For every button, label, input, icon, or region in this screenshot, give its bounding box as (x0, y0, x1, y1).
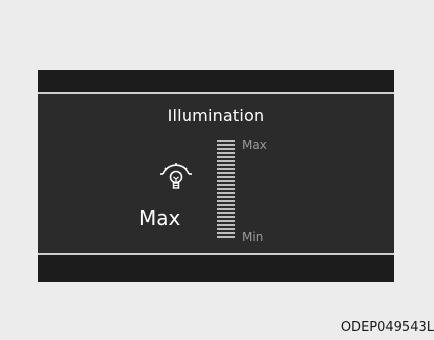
top-bar (38, 70, 394, 92)
illumination-title: Illumination (167, 106, 265, 125)
scale-segment (217, 236, 235, 238)
current-level-value: Max (139, 206, 181, 230)
scale-segment (217, 160, 235, 162)
scale-segment (217, 228, 235, 230)
figure-code: ODEP049543L (340, 320, 434, 335)
scale-min-label: Min (242, 230, 264, 244)
scale-segment (217, 200, 235, 202)
scale-segment (217, 224, 235, 226)
bottom-bar (38, 255, 394, 282)
illumination-level-scale (217, 140, 235, 240)
scale-segment (217, 216, 235, 218)
scale-segment (217, 220, 235, 222)
scale-segment (217, 172, 235, 174)
scale-segment (217, 192, 235, 194)
scale-segment (217, 204, 235, 206)
scale-segment (217, 184, 235, 186)
scale-segment (217, 156, 235, 158)
scale-segment (217, 140, 235, 142)
scale-segment (217, 164, 235, 166)
top-divider (38, 92, 394, 94)
scale-segment (217, 180, 235, 182)
scale-segment (217, 212, 235, 214)
scale-max-label: Max (242, 138, 267, 152)
scale-segment (217, 196, 235, 198)
page: Illumination Max Max Min ODEP049543L (0, 0, 434, 340)
dashboard-illumination-icon (158, 162, 194, 192)
scale-segment (217, 208, 235, 210)
scale-segment (217, 188, 235, 190)
cluster-display: Illumination Max Max Min (38, 70, 394, 282)
scale-segment (217, 176, 235, 178)
scale-segment (217, 232, 235, 234)
scale-segment (217, 148, 235, 150)
scale-segment (217, 168, 235, 170)
scale-segment (217, 144, 235, 146)
scale-segment (217, 152, 235, 154)
